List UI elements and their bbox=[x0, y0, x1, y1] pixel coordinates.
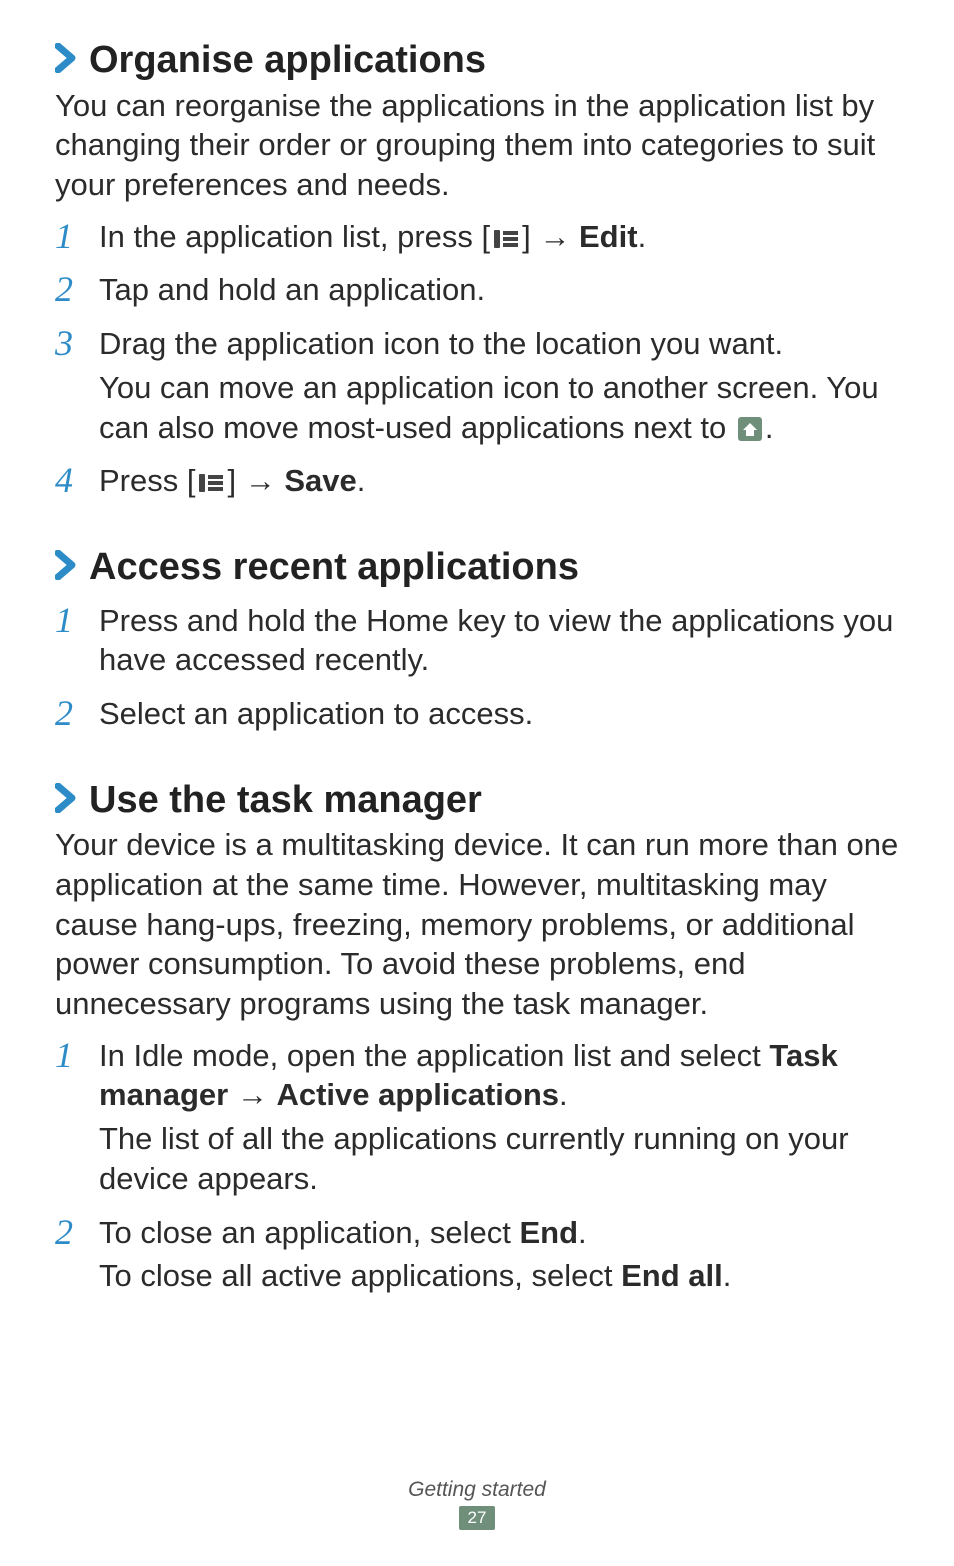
step-number: 2 bbox=[55, 694, 99, 734]
menu-icon bbox=[197, 472, 225, 494]
list-item: 2 Select an application to access. bbox=[55, 694, 899, 738]
step-body: In the application list, press [ ] → Edit… bbox=[99, 217, 899, 261]
text: → bbox=[228, 1077, 276, 1112]
text: The list of all the applications current… bbox=[99, 1119, 899, 1198]
text-bold: Save bbox=[284, 463, 356, 498]
list-item: 2 To close an application, select End. T… bbox=[55, 1213, 899, 1300]
step-body: To close an application, select End. To … bbox=[99, 1213, 899, 1300]
text: ] → bbox=[227, 463, 284, 498]
text: . bbox=[765, 410, 774, 445]
step-number: 1 bbox=[55, 601, 99, 641]
heading-recent-text: Access recent applications bbox=[89, 547, 579, 589]
text: . bbox=[638, 219, 647, 254]
step-body: Press and hold the Home key to view the … bbox=[99, 601, 899, 684]
text: Select an application to access. bbox=[99, 694, 899, 734]
page-number-badge: 27 bbox=[459, 1506, 495, 1530]
heading-organise-text: Organise applications bbox=[89, 40, 486, 82]
text: In Idle mode, open the application list … bbox=[99, 1038, 769, 1073]
text: ] → bbox=[522, 219, 579, 254]
list-item: 1 In Idle mode, open the application lis… bbox=[55, 1036, 899, 1203]
heading-recent: Access recent applications bbox=[55, 547, 899, 589]
menu-icon bbox=[492, 228, 520, 250]
step-number: 1 bbox=[55, 1036, 99, 1076]
list-item: 4 Press [ ] → Save. bbox=[55, 461, 899, 505]
text-bold: End bbox=[519, 1215, 578, 1250]
step-number: 2 bbox=[55, 270, 99, 310]
text: Drag the application icon to the locatio… bbox=[99, 324, 899, 364]
text: Press [ bbox=[99, 463, 195, 498]
text: . bbox=[559, 1077, 568, 1112]
step-number: 4 bbox=[55, 461, 99, 501]
footer: Getting started 27 bbox=[0, 1478, 954, 1530]
page: Organise applications You can reorganise… bbox=[0, 0, 954, 1566]
text: Press and hold the Home key to view the … bbox=[99, 601, 899, 680]
heading-organise: Organise applications bbox=[55, 40, 899, 82]
step-number: 1 bbox=[55, 217, 99, 257]
text: . bbox=[357, 463, 366, 498]
heading-task: Use the task manager bbox=[55, 780, 899, 822]
list-item: 3 Drag the application icon to the locat… bbox=[55, 324, 899, 451]
step-number: 3 bbox=[55, 324, 99, 364]
text: To close all active applications, select bbox=[99, 1258, 621, 1293]
text: . bbox=[578, 1215, 587, 1250]
step-body: Tap and hold an application. bbox=[99, 270, 899, 314]
text-bold: Edit bbox=[579, 219, 638, 254]
organise-steps: 1 In the application list, press [ ] → Ed… bbox=[55, 217, 899, 505]
list-item: 1 Press and hold the Home key to view th… bbox=[55, 601, 899, 684]
list-item: 2 Tap and hold an application. bbox=[55, 270, 899, 314]
task-steps: 1 In Idle mode, open the application lis… bbox=[55, 1036, 899, 1300]
text: Tap and hold an application. bbox=[99, 270, 899, 310]
home-icon bbox=[737, 416, 763, 442]
step-body: Press [ ] → Save. bbox=[99, 461, 899, 505]
chevron-icon bbox=[55, 549, 77, 587]
text: . bbox=[723, 1258, 732, 1293]
step-body: In Idle mode, open the application list … bbox=[99, 1036, 899, 1203]
footer-section-label: Getting started bbox=[0, 1478, 954, 1502]
list-item: 1 In the application list, press [ ] → Ed… bbox=[55, 217, 899, 261]
text: To close an application, select bbox=[99, 1215, 519, 1250]
organise-intro: You can reorganise the applications in t… bbox=[55, 86, 899, 205]
step-number: 2 bbox=[55, 1213, 99, 1253]
step-body: Select an application to access. bbox=[99, 694, 899, 738]
chevron-icon bbox=[55, 782, 77, 820]
task-intro: Your device is a multitasking device. It… bbox=[55, 825, 899, 1023]
chevron-icon bbox=[55, 42, 77, 80]
step-body: Drag the application icon to the locatio… bbox=[99, 324, 899, 451]
text: In the application list, press [ bbox=[99, 219, 490, 254]
text-bold: Active applications bbox=[276, 1077, 559, 1112]
heading-task-text: Use the task manager bbox=[89, 780, 482, 822]
recent-steps: 1 Press and hold the Home key to view th… bbox=[55, 601, 899, 738]
text-bold: End all bbox=[621, 1258, 723, 1293]
